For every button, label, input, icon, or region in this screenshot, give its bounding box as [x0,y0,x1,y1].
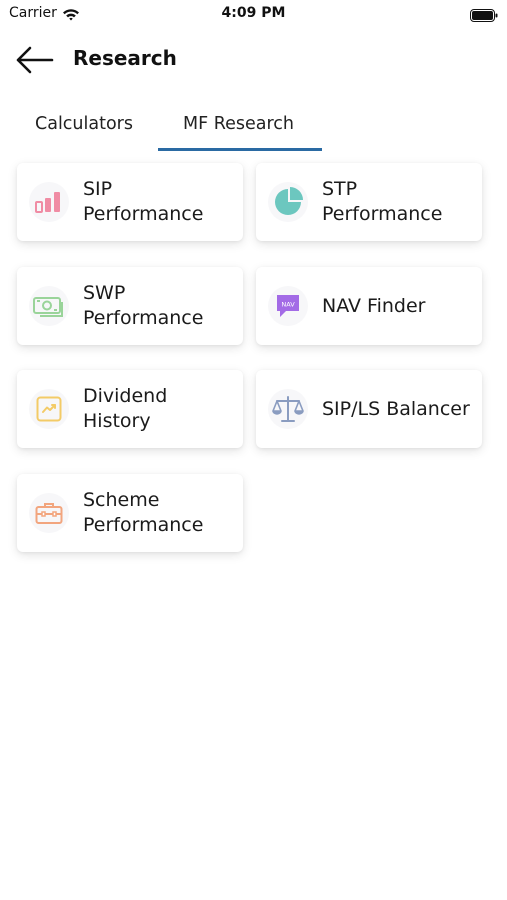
pie-chart-icon [268,182,308,222]
stp-performance-card[interactable]: STP Performance [256,163,482,241]
card-label-line2: Performance [322,203,443,225]
swp-performance-card[interactable]: SWP Performance [17,267,243,345]
trend-chart-icon [29,389,69,429]
briefcase-icon [29,493,69,533]
card-label-line1: NAV Finder [322,294,426,317]
dividend-history-card[interactable]: Dividend History [17,370,243,448]
app-header: Research [0,36,507,84]
arrow-left-icon [16,46,54,74]
card-label-line2: Performance [83,514,204,536]
card-label-line2: Performance [83,307,204,329]
status-time: 4:09 PM [221,5,286,21]
card-label-line1: SIP [83,178,113,200]
card-label: SIP Performance [83,163,237,241]
battery-icon [470,7,498,26]
cash-icon [29,286,69,326]
card-label-line1: Scheme [83,489,160,511]
tab-bar: Calculators MF Research [0,110,507,152]
card-label: Dividend History [83,370,237,448]
scale-icon [268,389,308,429]
status-bar: Carrier 4:09 PM [0,0,507,28]
active-tab-indicator [158,148,322,151]
card-label-line1: SIP/LS Balancer [322,397,470,420]
tab-mf-research[interactable]: MF Research [183,114,294,134]
card-label: SWP Performance [83,267,237,345]
bar-chart-icon [29,182,69,222]
nav-badge-icon: NAV [268,286,308,326]
card-label-line2: History [83,410,151,432]
card-label: STP Performance [322,163,476,241]
card-label-line1: Dividend [83,385,168,407]
card-label: SIP/LS Balancer [322,370,476,448]
scheme-performance-card[interactable]: Scheme Performance [17,474,243,552]
page-title: Research [73,46,177,70]
card-label-line1: SWP [83,282,126,304]
sip-ls-balancer-card[interactable]: SIP/LS Balancer [256,370,482,448]
card-label-line1: STP [322,178,358,200]
nav-finder-card[interactable]: NAV NAV Finder [256,267,482,345]
card-label: NAV Finder [322,267,476,345]
card-label: Scheme Performance [83,474,237,552]
nav-badge-text: NAV [281,301,295,309]
sip-performance-card[interactable]: SIP Performance [17,163,243,241]
back-button[interactable] [14,42,54,78]
card-label-line2: Performance [83,203,204,225]
tab-calculators[interactable]: Calculators [35,114,133,134]
